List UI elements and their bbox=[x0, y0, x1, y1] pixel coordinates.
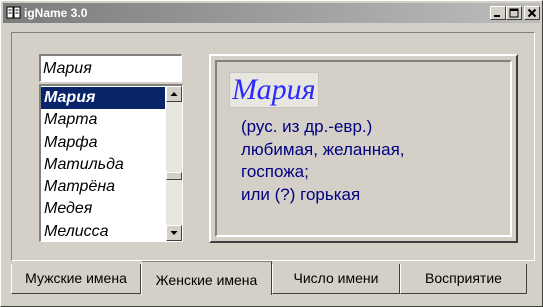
minimize-icon bbox=[494, 15, 500, 17]
minimize-button[interactable] bbox=[490, 6, 506, 20]
name-list-item[interactable]: Марфа bbox=[41, 132, 165, 154]
description-line: госпожа; bbox=[241, 162, 309, 181]
scroll-up-button[interactable] bbox=[166, 86, 182, 102]
maximize-button[interactable] bbox=[506, 6, 522, 20]
description-line: или (?) горькая bbox=[241, 184, 361, 204]
description-line: (рус. из др.-евр.) bbox=[241, 117, 373, 136]
names-listbox[interactable]: Мария Марта Марфа Матильда Матрёна Медея Мелис… bbox=[39, 84, 183, 242]
name-list-item[interactable]: Матрёна bbox=[41, 176, 165, 198]
name-list-item[interactable]: Мария bbox=[41, 87, 165, 110]
description-text: (рус. из др.-евр.) любимая, желанная, го… bbox=[241, 116, 501, 206]
tab-perception[interactable]: Восприятие bbox=[400, 264, 527, 294]
description-title: Мария bbox=[229, 72, 319, 108]
description-inner-frame: Мария (рус. из др.-евр.) любимая, желанн… bbox=[215, 60, 512, 237]
name-list-item[interactable]: Медея bbox=[41, 198, 165, 220]
arrow-up-icon bbox=[170, 92, 178, 96]
scroll-thumb[interactable] bbox=[166, 172, 182, 180]
close-button[interactable] bbox=[524, 6, 540, 20]
tab-bar: Мужские имена Женские имена Число имени … bbox=[11, 261, 541, 306]
description-panel: Мария (рус. из др.-евр.) любимая, желанн… bbox=[209, 54, 518, 243]
name-list-item[interactable]: Матильда bbox=[41, 154, 165, 176]
title-bar[interactable]: igName 3.0 bbox=[3, 3, 540, 23]
name-list-item[interactable]: Марта bbox=[41, 109, 165, 131]
app-window: igName 3.0 Мария Мария Марта Марфа Матильда… bbox=[0, 0, 543, 307]
listbox-scrollbar[interactable] bbox=[166, 86, 182, 241]
description-line: любимая, желанная, bbox=[241, 139, 405, 159]
tab-name-number[interactable]: Число имени bbox=[272, 264, 400, 294]
window-title: igName 3.0 bbox=[24, 6, 88, 20]
tab-female-names[interactable]: Женские имена bbox=[141, 261, 272, 295]
scroll-down-button[interactable] bbox=[166, 225, 182, 241]
names-list: Мария Марта Марфа Матильда Матрёна Медея Мелис… bbox=[41, 87, 165, 241]
arrow-down-icon bbox=[170, 231, 178, 235]
tab-male-names[interactable]: Мужские имена bbox=[11, 264, 141, 294]
maximize-icon bbox=[509, 8, 519, 18]
close-icon bbox=[527, 8, 537, 18]
name-list-item[interactable]: Мелисса bbox=[41, 221, 165, 241]
book-icon bbox=[6, 6, 21, 19]
name-search-input[interactable]: Мария bbox=[39, 54, 182, 82]
